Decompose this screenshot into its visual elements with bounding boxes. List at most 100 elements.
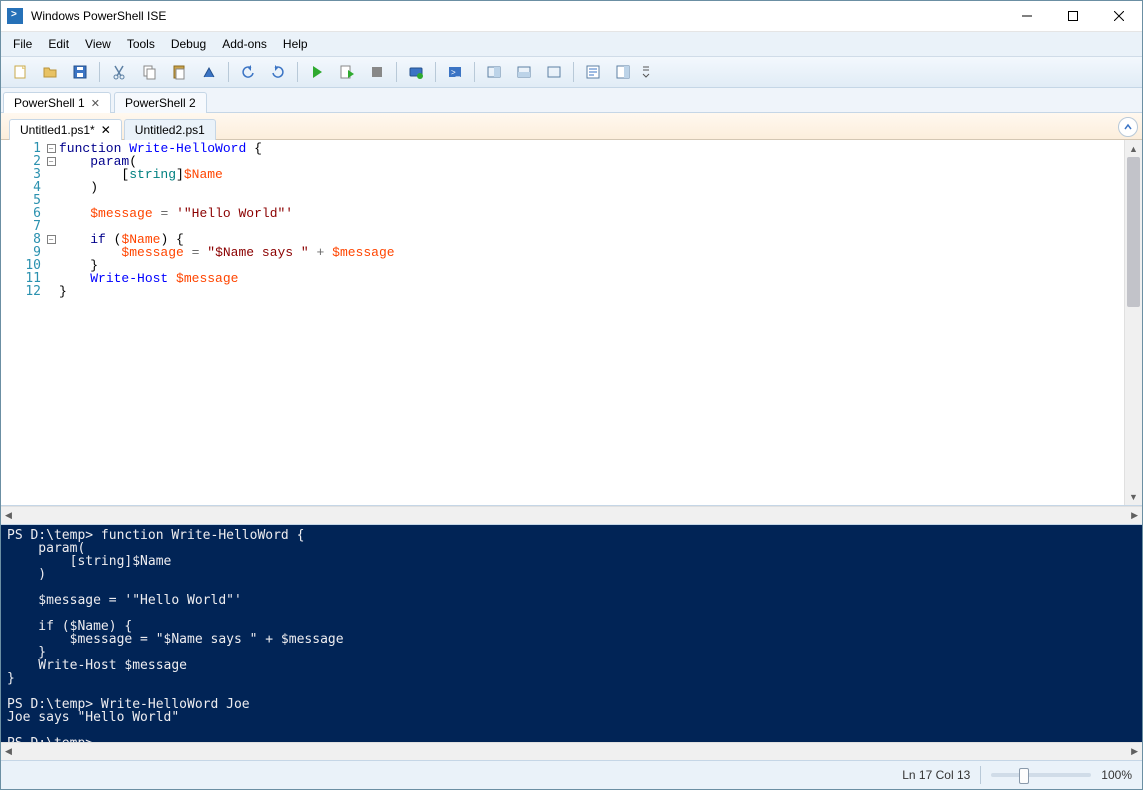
fold-marker[interactable] xyxy=(45,168,57,181)
toolbar-separator xyxy=(396,62,397,82)
code-line[interactable]: Write-Host $message xyxy=(59,272,1124,285)
statusbar: Ln 17 Col 13 100% xyxy=(1,760,1142,789)
tab-label: Untitled1.ps1* xyxy=(20,123,95,137)
fold-marker[interactable] xyxy=(45,207,57,220)
fold-marker[interactable] xyxy=(45,259,57,272)
fold-marker[interactable] xyxy=(45,246,57,259)
code-line[interactable]: $message = '"Hello World"' xyxy=(59,207,1124,220)
scroll-down-arrow-icon[interactable]: ▼ xyxy=(1125,488,1142,505)
copy-button[interactable] xyxy=(136,60,162,84)
paste-button[interactable] xyxy=(166,60,192,84)
toolbar: >_ xyxy=(1,57,1142,88)
window-title: Windows PowerShell ISE xyxy=(31,9,1004,23)
app-icon xyxy=(7,8,23,24)
code-line[interactable]: [string]$Name xyxy=(59,168,1124,181)
powershell-button[interactable]: >_ xyxy=(442,60,468,84)
tab-label: PowerShell 1 xyxy=(14,96,85,110)
powershell-tab[interactable]: PowerShell 1 ✕ xyxy=(3,92,111,113)
tab-label: Untitled2.ps1 xyxy=(135,123,205,137)
code-line[interactable]: } xyxy=(59,285,1124,298)
show-command-addon-button[interactable] xyxy=(610,60,636,84)
toolbar-separator xyxy=(435,62,436,82)
script-tabs: Untitled1.ps1* ✕ Untitled2.ps1 xyxy=(1,113,1142,140)
scroll-right-arrow-icon[interactable]: ▶ xyxy=(1131,510,1138,521)
scroll-right-arrow-icon[interactable]: ▶ xyxy=(1131,746,1138,757)
collapse-script-pane-button[interactable] xyxy=(1118,117,1138,137)
fold-marker[interactable] xyxy=(45,220,57,233)
powershell-tab[interactable]: PowerShell 2 xyxy=(114,92,207,113)
maximize-button[interactable] xyxy=(1050,1,1096,31)
line-number: 12 xyxy=(1,285,41,298)
zoom-slider-handle[interactable] xyxy=(1019,768,1029,784)
new-button[interactable] xyxy=(7,60,33,84)
fold-marker[interactable]: − xyxy=(45,142,57,155)
fold-marker[interactable] xyxy=(45,194,57,207)
code-area[interactable]: function Write-HelloWord { param( [strin… xyxy=(57,140,1124,505)
menubar: FileEditViewToolsDebugAdd-onsHelp xyxy=(1,32,1142,57)
fold-column[interactable]: −−− xyxy=(45,140,57,505)
console-pane[interactable]: PS D:\temp> function Write-HelloWord { p… xyxy=(1,525,1142,742)
open-button[interactable] xyxy=(37,60,63,84)
powershell-tabs: PowerShell 1 ✕ PowerShell 2 xyxy=(1,88,1142,113)
menu-debug[interactable]: Debug xyxy=(163,34,214,54)
script-tab[interactable]: Untitled1.ps1* ✕ xyxy=(9,119,122,140)
menu-add-ons[interactable]: Add-ons xyxy=(214,34,275,54)
code-line[interactable]: $message = "$Name says " + $message xyxy=(59,246,1124,259)
minimize-button[interactable] xyxy=(1004,1,1050,31)
menu-help[interactable]: Help xyxy=(275,34,316,54)
clear-button[interactable] xyxy=(196,60,222,84)
menu-file[interactable]: File xyxy=(5,34,40,54)
run-selection-button[interactable] xyxy=(334,60,360,84)
show-command-button[interactable] xyxy=(580,60,606,84)
menu-view[interactable]: View xyxy=(77,34,119,54)
toolbar-separator xyxy=(474,62,475,82)
close-button[interactable] xyxy=(1096,1,1142,31)
code-line[interactable]: ) xyxy=(59,181,1124,194)
fold-marker[interactable]: − xyxy=(45,155,57,168)
script-editor[interactable]: 123456789101112 −−− function Write-Hello… xyxy=(1,140,1142,506)
redo-button[interactable] xyxy=(265,60,291,84)
close-tab-icon[interactable]: ✕ xyxy=(91,97,100,110)
fold-marker[interactable] xyxy=(45,181,57,194)
script-tab[interactable]: Untitled2.ps1 xyxy=(124,119,216,140)
run-button[interactable] xyxy=(304,60,330,84)
remote-button[interactable] xyxy=(403,60,429,84)
toolbar-separator xyxy=(297,62,298,82)
undo-button[interactable] xyxy=(235,60,261,84)
toolbar-overflow-button[interactable] xyxy=(640,60,652,84)
statusbar-separator xyxy=(980,766,981,784)
line-number-gutter: 123456789101112 xyxy=(1,140,45,505)
layout-right-button[interactable] xyxy=(481,60,507,84)
scroll-left-arrow-icon[interactable]: ◀ xyxy=(5,746,12,757)
code-line[interactable]: function Write-HelloWord { xyxy=(59,142,1124,155)
cursor-position: Ln 17 Col 13 xyxy=(902,768,970,782)
editor-horizontal-scrollbar[interactable]: ◀ ▶ xyxy=(1,506,1142,525)
code-line[interactable] xyxy=(59,220,1124,233)
toolbar-separator xyxy=(573,62,574,82)
scrollbar-thumb[interactable] xyxy=(1127,157,1140,307)
app-window: Windows PowerShell ISE FileEditViewTools… xyxy=(0,0,1143,790)
fold-marker[interactable] xyxy=(45,285,57,298)
fold-marker[interactable] xyxy=(45,272,57,285)
window-controls xyxy=(1004,1,1142,31)
scroll-up-arrow-icon[interactable]: ▲ xyxy=(1125,140,1142,157)
toolbar-separator xyxy=(99,62,100,82)
menu-tools[interactable]: Tools xyxy=(119,34,163,54)
save-button[interactable] xyxy=(67,60,93,84)
stop-button[interactable] xyxy=(364,60,390,84)
fold-marker[interactable]: − xyxy=(45,233,57,246)
zoom-slider[interactable] xyxy=(991,773,1091,777)
menu-edit[interactable]: Edit xyxy=(40,34,77,54)
zoom-level: 100% xyxy=(1101,768,1132,782)
toolbar-separator xyxy=(228,62,229,82)
scroll-left-arrow-icon[interactable]: ◀ xyxy=(5,510,12,521)
editor-vertical-scrollbar[interactable]: ▲ ▼ xyxy=(1124,140,1142,505)
cut-button[interactable] xyxy=(106,60,132,84)
tab-label: PowerShell 2 xyxy=(125,96,196,110)
console-horizontal-scrollbar[interactable]: ◀ ▶ xyxy=(1,742,1142,760)
titlebar: Windows PowerShell ISE xyxy=(1,1,1142,32)
close-tab-icon[interactable]: ✕ xyxy=(101,123,111,137)
layout-bottom-button[interactable] xyxy=(511,60,537,84)
svg-text:>_: >_ xyxy=(451,68,461,77)
layout-full-button[interactable] xyxy=(541,60,567,84)
